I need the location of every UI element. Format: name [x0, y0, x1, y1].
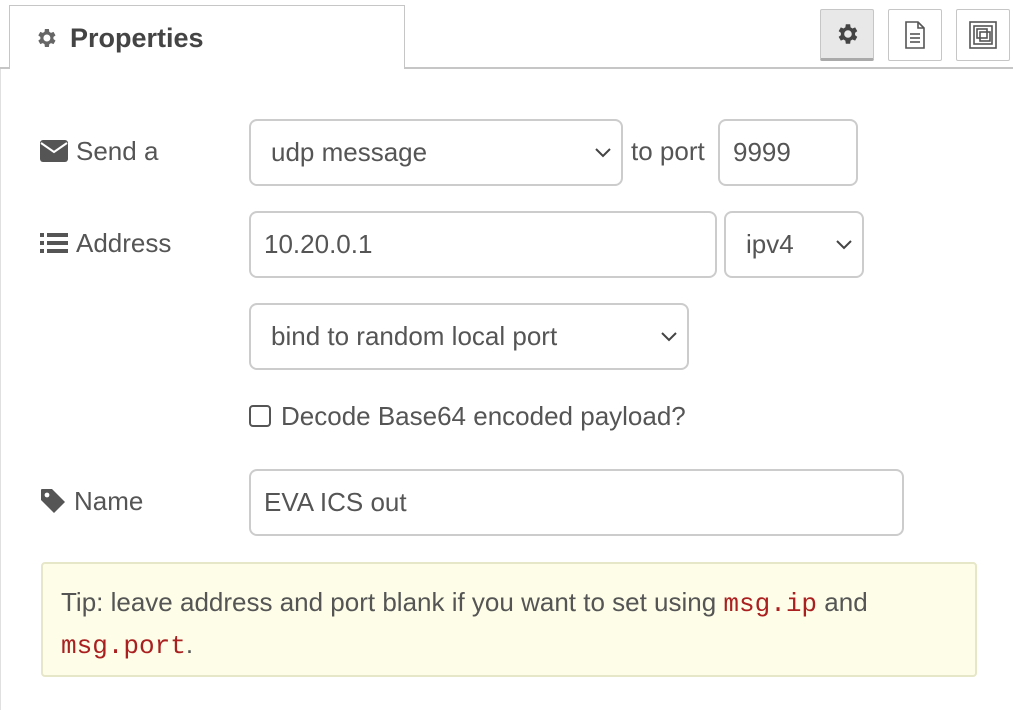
base64-checkbox[interactable]: [249, 405, 271, 427]
address-value: 10.20.0.1: [264, 229, 373, 259]
list-icon: [40, 233, 68, 253]
tip-code-ip: msg.ip: [723, 589, 818, 619]
panel-border: [0, 69, 1, 710]
name-label-row: Name: [40, 481, 143, 521]
tab-label: Properties: [70, 23, 204, 53]
send-type-value: udp message: [271, 137, 428, 167]
send-label-row: Send a: [40, 131, 158, 171]
gear-icon: [838, 24, 858, 44]
settings-button[interactable]: [820, 9, 874, 61]
chevron-down-icon: [836, 239, 852, 249]
address-label-row: Address: [40, 223, 171, 263]
tab-properties[interactable]: Properties: [9, 5, 405, 69]
tip-box: Tip: leave address and port blank if you…: [41, 562, 977, 677]
tip-code-port: msg.port: [61, 631, 186, 661]
bind-value: bind to random local port: [271, 321, 558, 351]
description-button[interactable]: [888, 9, 942, 61]
send-label: Send a: [76, 135, 159, 166]
port-value: 9999: [733, 137, 791, 167]
frame-icon: [969, 21, 997, 49]
to-port-label: to port: [631, 136, 705, 166]
bind-select[interactable]: bind to random local port: [249, 303, 689, 370]
ip-version-select[interactable]: ipv4: [724, 211, 864, 278]
ip-version-value: ipv4: [746, 229, 794, 259]
base64-option: Decode Base64 encoded payload?: [249, 399, 686, 433]
address-input[interactable]: 10.20.0.1: [249, 211, 717, 278]
tip-text-middle: and: [817, 587, 868, 617]
send-type-select[interactable]: udp message: [249, 119, 623, 186]
tab-bar: Properties: [0, 0, 1013, 69]
chevron-down-icon: [595, 147, 611, 157]
gear-icon: [38, 29, 56, 47]
port-input[interactable]: 9999: [718, 119, 858, 186]
base64-label: Decode Base64 encoded payload?: [281, 400, 686, 431]
appearance-button[interactable]: [956, 9, 1010, 61]
tag-icon: [41, 489, 65, 513]
envelope-icon: [40, 140, 68, 162]
address-label: Address: [76, 227, 172, 258]
tip-text-suffix: .: [185, 629, 194, 659]
document-icon: [905, 21, 925, 49]
name-label: Name: [74, 485, 144, 516]
name-value: EVA ICS out: [264, 487, 407, 517]
chevron-down-icon: [661, 331, 677, 341]
name-input[interactable]: EVA ICS out: [249, 469, 904, 536]
tip-text-prefix: Tip: leave address and port blank if you…: [61, 587, 724, 617]
